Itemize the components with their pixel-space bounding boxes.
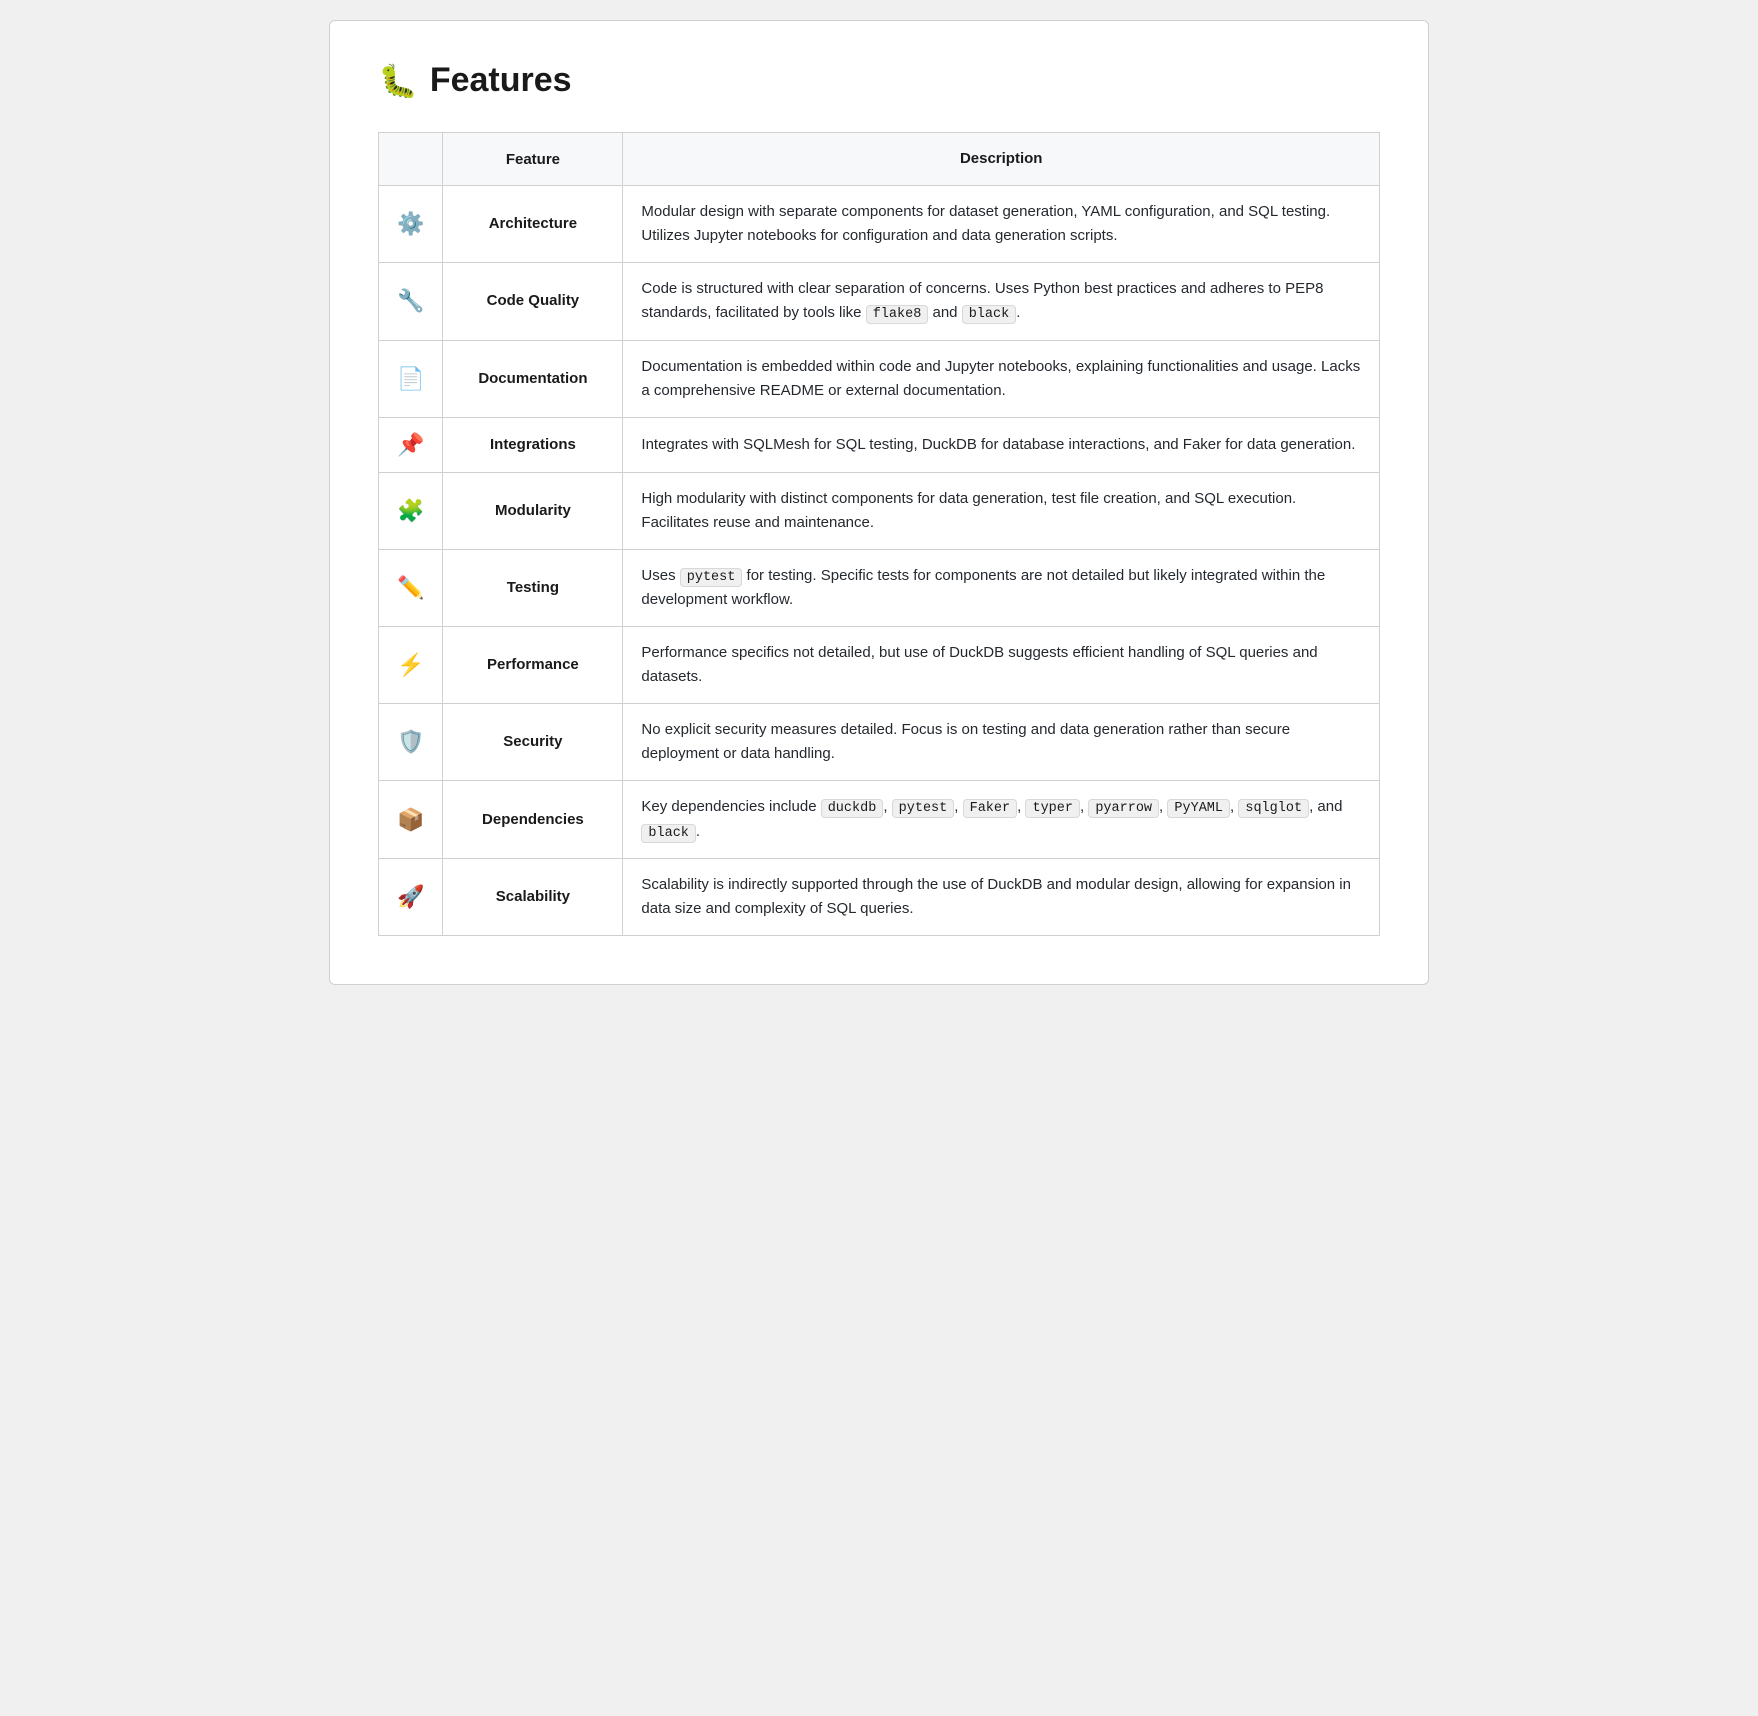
page-title-emoji: 🐛 [378,62,418,100]
table-row: 📄 Documentation Documentation is embedded … [379,340,1380,417]
inline-code: black [641,824,696,843]
page-title-row: 🐛 Features [378,61,1380,100]
feature-name-cell: Architecture [443,186,623,263]
feature-description: Code is structured with clear separation… [623,263,1380,341]
feature-description: Integrates with SQLMesh for SQL testing,… [623,417,1380,472]
table-row: 🚀 Scalability Scalability is indirectly su… [379,859,1380,936]
inline-code: PyYAML [1167,799,1230,818]
feature-description: Modular design with separate components … [623,186,1380,263]
features-table: Feature Description ⚙️ Architecture Modula… [378,132,1380,936]
inline-code: pyarrow [1088,799,1159,818]
feature-name-label: Integrations [490,436,576,453]
inline-code: sqlglot [1238,799,1309,818]
col-description-header: Description [623,133,1380,186]
feature-icon: 🛡️ [379,704,443,781]
table-row: ✏️ Testing Uses pytest for testing. Specif… [379,549,1380,627]
feature-icon: 📌 [379,417,443,472]
table-row: 🧩 Modularity High modularity with distinct… [379,472,1380,549]
table-header-row: Feature Description [379,133,1380,186]
feature-description: Performance specifics not detailed, but … [623,627,1380,704]
table-row: 📌 Integrations Integrates with SQLMesh for… [379,417,1380,472]
feature-description: No explicit security measures detailed. … [623,704,1380,781]
feature-name-label: Documentation [478,370,587,387]
feature-icon: 🚀 [379,859,443,936]
inline-code: black [962,305,1017,324]
table-row: 📦 Dependencies Key dependencies include du… [379,781,1380,859]
table-row: 🔧 Code Quality Code is structured with cle… [379,263,1380,341]
feature-name-cell: Documentation [443,340,623,417]
feature-description: Uses pytest for testing. Specific tests … [623,549,1380,627]
feature-name-cell: Security [443,704,623,781]
table-row: 🛡️ Security No explicit security measures … [379,704,1380,781]
feature-description: Scalability is indirectly supported thro… [623,859,1380,936]
table-row: ⚙️ Architecture Modular design with separa… [379,186,1380,263]
feature-name-cell: Modularity [443,472,623,549]
feature-description: High modularity with distinct components… [623,472,1380,549]
page-title: Features [430,61,572,100]
col-feature-header: Feature [443,133,623,186]
feature-name-cell: Integrations [443,417,623,472]
feature-name-cell: Dependencies [443,781,623,859]
feature-icon: 📄 [379,340,443,417]
feature-name-label: Security [503,733,562,750]
inline-code: pytest [892,799,955,818]
feature-name-cell: Scalability [443,859,623,936]
feature-name-label: Code Quality [487,292,580,309]
feature-name-label: Architecture [489,215,577,232]
feature-name-label: Scalability [496,888,570,905]
inline-code: Faker [963,799,1018,818]
col-icon-header [379,133,443,186]
page-container: 🐛 Features Feature Description ⚙️ Archite… [329,20,1429,985]
inline-code: typer [1025,799,1080,818]
feature-name-cell: Code Quality [443,263,623,341]
feature-icon: 🔧 [379,263,443,341]
inline-code: pytest [680,568,743,587]
feature-name-cell: Testing [443,549,623,627]
feature-name-cell: Performance [443,627,623,704]
table-row: ⚡ Performance Performance specifics not de… [379,627,1380,704]
feature-name-label: Dependencies [482,811,584,828]
feature-icon: 🧩 [379,472,443,549]
feature-name-label: Testing [507,579,559,596]
feature-name-label: Modularity [495,502,571,519]
feature-description: Key dependencies include duckdb, pytest,… [623,781,1380,859]
feature-icon: ⚙️ [379,186,443,263]
feature-name-label: Performance [487,656,579,673]
inline-code: flake8 [866,305,929,324]
feature-description: Documentation is embedded within code an… [623,340,1380,417]
feature-icon: 📦 [379,781,443,859]
feature-icon: ⚡ [379,627,443,704]
feature-icon: ✏️ [379,549,443,627]
inline-code: duckdb [821,799,884,818]
